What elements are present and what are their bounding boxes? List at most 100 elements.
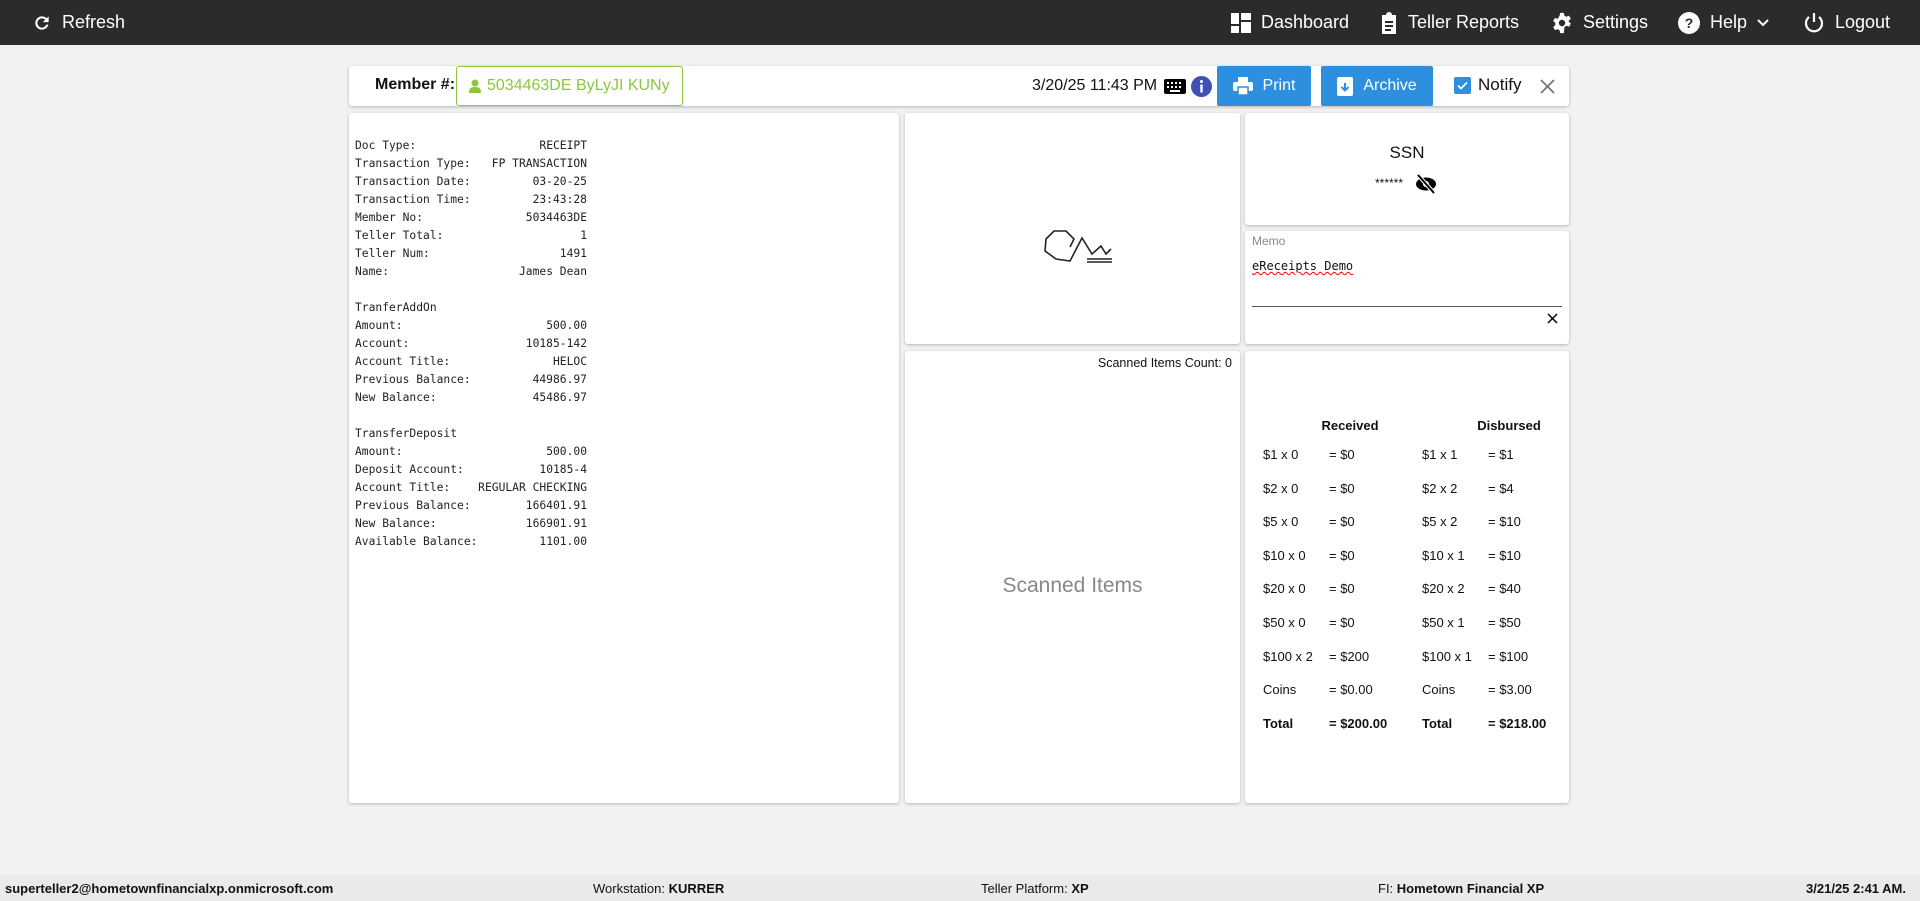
received-denomination: $10 x 0 — [1263, 547, 1306, 563]
clear-memo-icon[interactable] — [1547, 313, 1558, 324]
received-amount: = $0 — [1329, 581, 1355, 597]
received-title: Received — [1321, 418, 1379, 433]
received-amount: = $0 — [1329, 447, 1355, 462]
disbursed-denomination: $10 x 1 — [1422, 547, 1465, 563]
chevron-down-icon — [1757, 18, 1769, 26]
received-denomination: $5 x 0 — [1263, 514, 1299, 530]
footer-user: superteller2@hometownfinancialxp.onmicro… — [5, 881, 334, 896]
receipt-line-value: 23:43:28 — [532, 193, 587, 206]
ssn-masked-value: ****** — [1375, 176, 1404, 190]
receipt-line-label: Amount: — [355, 445, 403, 458]
received-denomination: $20 x 0 — [1263, 581, 1306, 597]
disbursed-amount: = $10 — [1488, 514, 1521, 530]
memo-textarea[interactable]: eReceipts Demo — [1252, 247, 1562, 307]
receipt-text: Doc Type: RECEIPT Transaction Type: FP TRAN… — [355, 137, 587, 551]
received-amount: = $200.00 — [1329, 715, 1388, 731]
refresh-button[interactable]: Refresh — [32, 0, 125, 45]
archive-label: Archive — [1363, 77, 1417, 94]
receipt-line-value: 1 — [580, 229, 587, 242]
archive-icon — [1337, 76, 1354, 96]
receipt-line: New Balance: 166901.91 — [355, 515, 587, 533]
signature-panel — [905, 113, 1240, 344]
receipt-line-label: Account Title: — [355, 355, 451, 368]
receipt-line: Account: 10185-142 — [355, 335, 587, 353]
platform-label: Teller Platform: — [981, 881, 1068, 896]
notify-checkbox[interactable]: Notify — [1454, 75, 1521, 95]
receipt-line-label: Deposit Account: — [355, 463, 464, 476]
dashboard-icon — [1231, 12, 1251, 33]
receipt-line: Name: James Dean — [355, 263, 587, 281]
fi-label: FI: — [1378, 881, 1394, 896]
receipt-line: Account Title: HELOC — [355, 353, 587, 371]
nav-teller-reports-label: Teller Reports — [1408, 12, 1520, 32]
received-amount: = $0 — [1329, 615, 1355, 630]
ssn-title: SSN — [1389, 143, 1425, 162]
receipt-line: Doc Type: RECEIPT — [355, 137, 587, 155]
receipt-line-value: 166901.91 — [525, 517, 587, 530]
receipt-line: Transaction Date: 03-20-25 — [355, 173, 587, 191]
transaction-datetime: 3/20/25 11:43 PM — [1032, 77, 1158, 94]
receipt-line-label: Transaction Date: — [355, 175, 471, 188]
received-denomination: $1 x 0 — [1263, 447, 1299, 462]
receipt-line-label: Previous Balance: — [355, 499, 471, 512]
disbursed-denomination: $2 x 2 — [1422, 480, 1458, 496]
receipt-line-value: 10185-142 — [525, 337, 587, 350]
keyboard-icon[interactable] — [1164, 79, 1186, 94]
checkbox-checked-icon — [1454, 76, 1471, 94]
receipt-line-label: Available Balance: — [355, 535, 478, 548]
receipt-line: New Balance: 45486.97 — [355, 389, 587, 407]
nav-dashboard[interactable]: Dashboard — [1231, 0, 1349, 45]
receipt-line-label: Transaction Type: — [355, 157, 471, 170]
eye-slash-icon[interactable] — [1415, 174, 1437, 194]
receipt-panel: Doc Type: RECEIPT Transaction Type: FP TRAN… — [349, 113, 899, 803]
receipt-section-title: TranferAddOn — [355, 301, 437, 314]
close-icon[interactable] — [1540, 79, 1555, 94]
disbursed-denomination: $50 x 1 — [1422, 615, 1465, 630]
cash-panel: Received Disbursed $1 x 0 = $0 $2 x 0 = $0 $… — [1245, 351, 1569, 803]
receipt-line-label: Member No: — [355, 211, 424, 224]
disbursed-denomination: $1 x 1 — [1422, 447, 1458, 462]
nav-settings[interactable]: Settings — [1551, 0, 1648, 45]
print-label: Print — [1262, 77, 1296, 94]
disbursed-amount: = $50 — [1488, 615, 1521, 630]
receipt-line-label: Doc Type: — [355, 139, 417, 152]
workstation-label: Workstation: — [593, 881, 666, 896]
refresh-icon — [35, 15, 49, 30]
nav-teller-reports[interactable]: Teller Reports — [1380, 0, 1519, 45]
receipt-line-value: HELOC — [552, 355, 587, 368]
receipt-line-label: Name: — [355, 265, 390, 278]
disbursed-amount: = $100 — [1488, 648, 1529, 664]
nav-help[interactable]: ? Help — [1678, 0, 1769, 45]
receipt-line-value: 1101.00 — [539, 535, 587, 548]
info-icon[interactable] — [1191, 76, 1212, 97]
member-field[interactable]: 5034463DE ByLyJI KUNy — [456, 66, 683, 106]
workstation-value: KURRER — [668, 881, 725, 896]
receipt-line-label: Account: — [355, 337, 410, 350]
disbursed-denomination: Coins — [1422, 682, 1456, 698]
receipt-line: Teller Num: 1491 — [355, 245, 587, 263]
receipt-line-label: New Balance: — [355, 517, 437, 530]
disbursed-denomination: $100 x 1 — [1422, 648, 1472, 664]
receipt-line: Member No: 5034463DE — [355, 209, 587, 227]
receipt-line-value: 5034463DE — [525, 211, 587, 224]
receipt-line: Teller Total: 1 — [355, 227, 587, 245]
received-amount: = $0 — [1329, 480, 1355, 496]
footer-datetime: 3/21/25 2:41 AM. — [1806, 881, 1906, 896]
receipt-line-value: 44986.97 — [532, 373, 587, 386]
power-icon — [1804, 12, 1824, 32]
receipt-line-label: Teller Total: — [355, 229, 444, 242]
receipt-line-value: REGULAR CHECKING — [478, 481, 587, 494]
member-label: Member #: — [375, 76, 456, 93]
received-denomination: $50 x 0 — [1263, 615, 1306, 630]
nav-logout[interactable]: Logout — [1803, 0, 1890, 45]
disbursed-amount: = $4 — [1488, 480, 1514, 496]
archive-button[interactable]: Archive — [1321, 66, 1433, 106]
receipt-line-value: 03-20-25 — [532, 175, 587, 188]
status-footer: superteller2@hometownfinancialxp.onmicro… — [0, 875, 1920, 901]
notify-label: Notify — [1478, 75, 1522, 94]
print-button[interactable]: Print — [1217, 66, 1311, 106]
received-denomination: Coins — [1263, 682, 1297, 698]
nav-dashboard-label: Dashboard — [1261, 12, 1350, 32]
receipt-line: Transaction Type: FP TRANSACTION — [355, 155, 587, 173]
receipt-line: Amount: 500.00 — [355, 443, 587, 461]
